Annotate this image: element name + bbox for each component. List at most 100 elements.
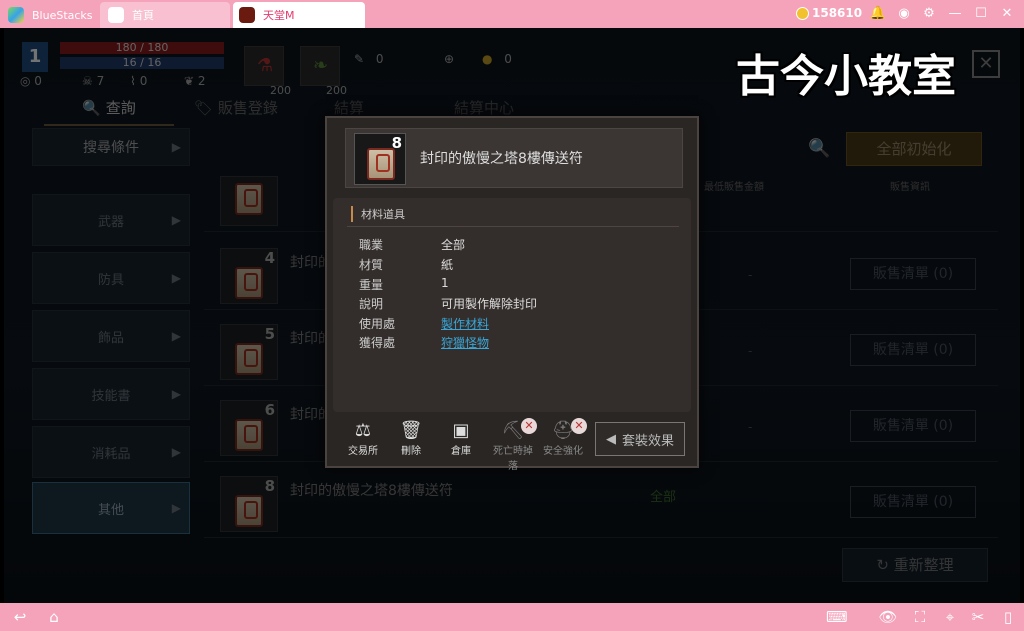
- delete-button[interactable]: 🗑 刪除: [389, 420, 433, 457]
- chevron-right-icon: ▶: [171, 445, 181, 459]
- chevron-right-icon: ▶: [171, 140, 181, 154]
- prop-weight-key: 重量: [359, 278, 384, 292]
- chevron-right-icon: ▶: [171, 387, 181, 401]
- bell-icon[interactable]: 🔔: [869, 5, 887, 23]
- category-armor[interactable]: 防具 ▶: [32, 252, 190, 304]
- eye-icon[interactable]: 👁: [878, 608, 898, 626]
- set-effect-button[interactable]: ◀ 套裝效果: [595, 422, 685, 456]
- potion-slot[interactable]: ⚗ 200: [244, 46, 291, 97]
- item-icon: [220, 176, 278, 226]
- panel-close-icon[interactable]: ✕: [972, 50, 1000, 78]
- chevron-right-icon: ▶: [171, 271, 181, 285]
- watermark-text: 古今小教室: [736, 51, 956, 102]
- usage-link[interactable]: 製作材料: [441, 315, 489, 332]
- stat-gold: ◎ 0: [20, 74, 42, 88]
- category-skillbook[interactable]: 技能書 ▶: [32, 368, 190, 420]
- category-accessory[interactable]: 飾品 ▶: [32, 310, 190, 362]
- search-magnifier-icon[interactable]: 🔍: [808, 138, 830, 159]
- item-price: -: [748, 268, 753, 282]
- stat-a-value: 7: [96, 74, 105, 88]
- prop-desc-value: 可用製作解除封印: [441, 297, 538, 311]
- divider: [347, 226, 679, 227]
- tab-sell-register[interactable]: 🏷 販售登錄: [194, 90, 278, 126]
- stat-c-value: 2: [197, 74, 206, 88]
- gold-stat: ● 0: [482, 52, 512, 66]
- stat-b-value: 0: [139, 74, 148, 88]
- category-other-label: 其他: [97, 502, 124, 518]
- item-price: -: [748, 344, 753, 358]
- warehouse-label: 倉庫: [451, 446, 471, 457]
- prop-desc-key: 說明: [359, 297, 384, 311]
- amulet-icon: [235, 183, 263, 215]
- bluestacks-logo[interactable]: BlueStacks: [0, 2, 98, 28]
- item-name: 封印的傲慢之塔8樓傳送符: [290, 483, 453, 499]
- tab-home[interactable]: 首頁: [100, 2, 230, 28]
- keyboard-icon[interactable]: ⌨: [826, 608, 848, 626]
- refresh-label: 重新整理: [893, 556, 954, 574]
- account-icon[interactable]: ◉: [895, 5, 913, 23]
- item-floor-number: 5: [264, 325, 275, 343]
- potion-icon: ⚗: [257, 55, 274, 76]
- location-icon[interactable]: ⌖: [940, 608, 960, 626]
- item-detail-dialog: 8 封印的傲慢之塔8樓傳送符 材料道具 職業 全部 材質 紙 重量 1 說明 可…: [325, 116, 699, 472]
- delete-label: 刪除: [401, 446, 421, 457]
- trash-icon: 🗑: [399, 420, 423, 441]
- safe-enhance-label: 安全強化: [543, 446, 583, 457]
- skull-icon: ☠: [82, 74, 97, 88]
- refresh-icon: ↻: [876, 556, 894, 574]
- home-nav-icon[interactable]: ⌂: [44, 608, 64, 626]
- refresh-button[interactable]: ↻ 重新整理: [842, 548, 988, 582]
- category-consumable[interactable]: 消耗品 ▶: [32, 426, 190, 478]
- emulator-titlebar: BlueStacks 首頁 天堂M 158610 🔔 ◉ ⚙ — ☐ ✕: [0, 0, 1024, 28]
- mp-bar: 16 / 16: [60, 57, 224, 69]
- fullscreen-icon[interactable]: ⛶: [910, 608, 930, 626]
- warehouse-button[interactable]: ▣ 倉庫: [439, 420, 483, 457]
- disabled-x-icon: ✕: [571, 418, 587, 434]
- close-icon[interactable]: ✕: [998, 5, 1016, 23]
- back-icon[interactable]: ↩: [10, 608, 30, 626]
- stat-b: ⌇ 0: [130, 74, 147, 88]
- tab-search-label: 查詢: [105, 99, 136, 117]
- sell-list-button[interactable]: 販售清單 (0): [850, 410, 976, 442]
- leaf-slot[interactable]: ❧ 200: [300, 46, 347, 97]
- prop-usage-key: 使用處: [359, 317, 396, 331]
- emulator-navbar: ↩ ⌂ ⌨ 👁 ⛶ ⌖ ✂ ▯: [0, 603, 1024, 631]
- prop-class-key: 職業: [359, 238, 384, 252]
- leaf-icon: ❧: [313, 55, 329, 76]
- exchange-button[interactable]: ⚖ 交易所: [341, 420, 385, 457]
- tab-game[interactable]: 天堂M: [233, 2, 365, 28]
- category-other[interactable]: 其他 ▶: [32, 482, 190, 534]
- phone-icon[interactable]: ▯: [998, 608, 1018, 626]
- scissors-icon[interactable]: ✂: [968, 608, 988, 626]
- filter-label: 搜尋條件: [83, 140, 139, 156]
- tab-home-label: 首頁: [132, 9, 154, 22]
- source-link[interactable]: 狩獵怪物: [441, 334, 489, 351]
- gear-icon[interactable]: ⚙: [920, 5, 938, 23]
- reset-all-button[interactable]: 全部初始化: [846, 132, 982, 166]
- category-weapon[interactable]: 武器 ▶: [32, 194, 190, 246]
- item-icon: 5: [220, 324, 278, 380]
- dialog-body: 材料道具 職業 全部 材質 紙 重量 1 說明 可用製作解除封印 使用處 製作材…: [333, 198, 691, 412]
- chevron-right-icon: ▶: [171, 329, 181, 343]
- coin-balance[interactable]: 158610: [796, 6, 862, 20]
- table-row[interactable]: 8 封印的傲慢之塔8樓傳送符 全部 販售清單 (0): [204, 470, 998, 538]
- feather-icon: ✎: [354, 52, 368, 66]
- filter-button[interactable]: 搜尋條件 ▶: [32, 128, 190, 166]
- plus-icon: ⊕: [444, 52, 455, 66]
- tab-search[interactable]: 🔍 查詢: [44, 90, 174, 126]
- sell-list-button[interactable]: 販售清單 (0): [850, 486, 976, 518]
- gold-coin-icon: ●: [482, 52, 497, 66]
- prop-class-value: 全部: [441, 238, 466, 252]
- sell-list-button[interactable]: 販售清單 (0): [850, 334, 976, 366]
- exchange-label: 交易所: [348, 446, 378, 457]
- amulet-icon: [235, 343, 263, 375]
- maximize-icon[interactable]: ☐: [972, 5, 990, 23]
- amulet-icon: [235, 419, 263, 451]
- category-consumable-label: 消耗品: [91, 446, 131, 462]
- game-icon: [239, 7, 255, 23]
- add-button[interactable]: ⊕: [444, 52, 454, 66]
- minimize-icon[interactable]: —: [946, 5, 964, 23]
- prop-material-key: 材質: [359, 258, 384, 272]
- chevron-right-icon: ▶: [171, 501, 181, 515]
- sell-list-button[interactable]: 販售清單 (0): [850, 258, 976, 290]
